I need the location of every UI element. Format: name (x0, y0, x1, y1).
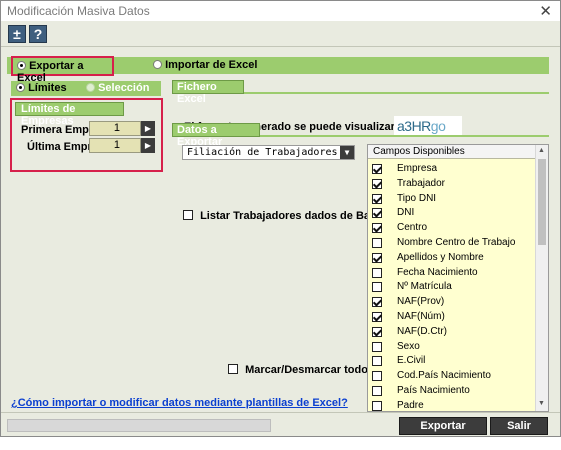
checkbox-icon[interactable] (372, 356, 382, 367)
footer-divider (1, 412, 560, 413)
list-item-label: Cod.País Nacimiento (397, 370, 491, 382)
list-item-label: Tipo DNI (397, 192, 437, 204)
datos-header-line (260, 135, 549, 137)
checkbox-checked-icon[interactable] (372, 252, 382, 263)
marcar-todos-label: Marcar/Desmarcar todos (245, 364, 375, 376)
checkbox-icon[interactable] (372, 341, 382, 352)
fichero-header: Fichero Excel (172, 80, 244, 105)
window: Modificación Masiva Datos ✕ ± ? Exportar… (0, 0, 561, 448)
list-item-label: DNI (397, 207, 415, 219)
checkbox-checked-icon[interactable] (372, 178, 382, 189)
checkbox-icon (183, 210, 193, 220)
list-scrollbar[interactable]: ▲ ▼ (535, 145, 548, 411)
checkbox-icon[interactable] (372, 400, 382, 411)
seleccion-radio[interactable]: Selección (86, 82, 149, 94)
list-item-label: Fecha Nacimiento (397, 266, 478, 278)
radio-icon (153, 60, 162, 69)
window-title: Modificación Masiva Datos (7, 4, 150, 18)
toolbar-divider (1, 46, 560, 47)
fichero-header-line (244, 92, 549, 94)
scroll-thumb[interactable] (538, 159, 546, 245)
checkbox-checked-icon[interactable] (372, 208, 382, 219)
list-item-label: NAF(Prov) (397, 296, 445, 308)
play-icon[interactable]: ▶ (141, 138, 155, 153)
exit-button[interactable]: Salir (490, 417, 548, 435)
checkbox-checked-icon[interactable] (372, 326, 382, 337)
seleccion-label: Selección (98, 82, 150, 94)
logo-a3hr-text: a3HR (397, 118, 431, 134)
data-type-select[interactable]: Filiación de Trabajadores ▼ (182, 145, 355, 160)
list-item-label: Trabajador (397, 177, 445, 189)
list-item-label: Sexo (397, 340, 420, 352)
limites-radio[interactable]: Límites (16, 82, 67, 94)
datos-header: Datos a Exportar (172, 123, 260, 148)
radio-selected-icon (16, 83, 25, 92)
data-type-value: Filiación de Trabajadores (187, 147, 338, 158)
help-button[interactable]: ? (29, 25, 47, 43)
checkbox-checked-icon[interactable] (372, 164, 382, 174)
expand-collapse-button[interactable]: ± (8, 25, 26, 43)
primera-empresa-field[interactable]: 1 (89, 121, 141, 136)
checkbox-icon[interactable] (372, 386, 382, 396)
checkbox-icon[interactable] (372, 371, 382, 382)
checkbox-checked-icon[interactable] (372, 193, 382, 204)
help-link[interactable]: ¿Cómo importar o modificar datos mediant… (11, 397, 348, 409)
ultima-empresa-field[interactable]: 1 (89, 138, 141, 153)
list-item-label: Padre (397, 399, 424, 411)
radio-selected-icon (17, 61, 26, 70)
list-item-label: NAF(D.Ctr) (397, 325, 447, 337)
export-excel-radio[interactable]: Exportar a Excel (11, 56, 114, 84)
logo-go-text: go (430, 118, 446, 134)
checkbox-checked-icon[interactable] (372, 312, 382, 322)
checkbox-icon[interactable] (372, 238, 382, 248)
list-item-label: E.Civil (397, 355, 426, 367)
import-excel-radio[interactable]: Importar de Excel (153, 59, 257, 71)
checkbox-icon[interactable] (372, 267, 382, 278)
list-item-label: NAF(Núm) (397, 311, 445, 322)
marcar-todos-checkbox[interactable]: Marcar/Desmarcar todos (228, 364, 374, 376)
dialog-body: ± ? Exportar a Excel Importar de Excel L… (1, 21, 560, 448)
scroll-up-icon[interactable]: ▲ (538, 147, 545, 154)
limits-header: Límites de Empresas (15, 102, 124, 127)
progress-bar (7, 419, 271, 432)
radio-disabled-icon (86, 83, 95, 92)
listar-baja-label: Listar Trabajadores dados de Baja (200, 210, 380, 222)
title-bar: Modificación Masiva Datos ✕ (1, 1, 560, 21)
checkbox-checked-icon[interactable] (372, 223, 382, 234)
list-item-label: País Nacimiento (397, 385, 470, 396)
campos-list[interactable]: Campos Disponibles Empresa Trabajador Tipo… (367, 144, 549, 412)
limites-label: Límites (28, 82, 67, 94)
list-item-label: Nº Matrícula (397, 281, 452, 293)
listar-baja-checkbox[interactable]: Listar Trabajadores dados de Baja (183, 210, 379, 222)
list-item-label: Nombre Centro de Trabajo (397, 237, 516, 248)
campos-header: Campos Disponibles (368, 145, 535, 159)
import-excel-label: Importar de Excel (165, 59, 258, 71)
list-item-label: Centro (397, 222, 428, 234)
chevron-down-icon[interactable]: ▼ (340, 146, 354, 159)
scroll-down-icon[interactable]: ▼ (538, 400, 545, 407)
checkbox-checked-icon[interactable] (372, 297, 382, 308)
export-a3hrgo-button[interactable]: Exportar a3HRgo (399, 417, 487, 448)
checkbox-icon[interactable] (372, 282, 382, 293)
a3hrgo-logo: a3HRgo (394, 116, 462, 136)
play-icon[interactable]: ▶ (141, 121, 155, 136)
close-icon[interactable]: ✕ (539, 2, 552, 20)
list-item-label: Empresa (397, 163, 438, 174)
checkbox-icon (228, 364, 238, 374)
list-item-label: Apellidos y Nombre (397, 251, 484, 263)
